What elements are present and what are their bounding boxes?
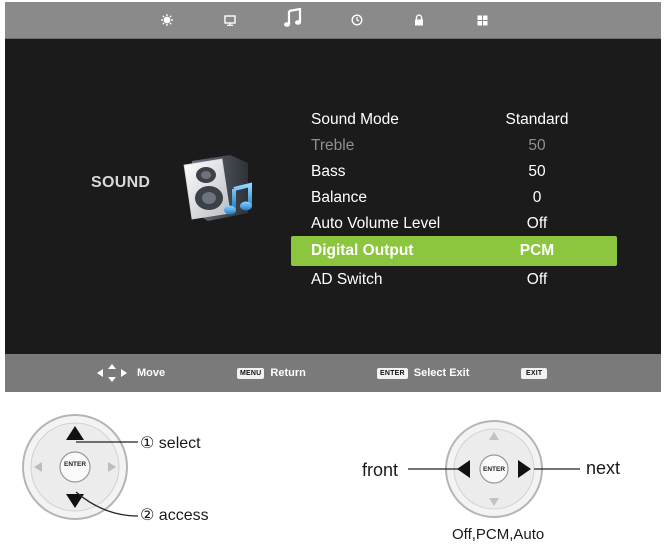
music-note-icon	[284, 8, 302, 27]
front-label: front	[362, 460, 399, 480]
menu-item-label: Digital Output	[311, 242, 414, 259]
menu-item-auto-volume-level[interactable]: Auto Volume Level Off	[291, 209, 617, 239]
menu-item-label: AD Switch	[311, 271, 383, 288]
menu-tab-bar	[5, 2, 661, 39]
hint-select-exit: ENTER Select Exit	[377, 364, 469, 382]
menu-item-value: Off	[526, 271, 548, 288]
menu-item-ad-switch[interactable]: AD Switch Off	[291, 265, 617, 295]
monitor-icon	[224, 14, 236, 26]
hint-return: MENU Return	[237, 364, 306, 382]
sun-icon	[161, 14, 173, 26]
tab-screen[interactable]	[219, 9, 241, 31]
menu-item-label: Sound Mode	[311, 111, 399, 128]
leader-lines-left	[75, 441, 139, 517]
menu-key: MENU	[237, 367, 265, 379]
clock-icon	[351, 14, 363, 26]
tab-time[interactable]	[346, 9, 368, 31]
tab-lock[interactable]	[408, 9, 430, 31]
hint-move-label: Move	[137, 367, 166, 379]
section-title: SOUND	[91, 174, 151, 191]
menu-item-value: 0	[532, 189, 542, 206]
menu-item-value: Off	[526, 215, 548, 232]
menu-item-value: Standard	[505, 111, 569, 128]
grid-icon	[477, 15, 487, 25]
lock-icon	[415, 14, 423, 26]
key-hint-bar: Move MENU Return ENTER Select Exit EXIT	[5, 354, 661, 392]
tab-sound[interactable]	[282, 7, 304, 29]
hint-move: Move	[95, 364, 165, 382]
speaker-icon	[183, 155, 252, 221]
menu-item-value: 50	[528, 137, 546, 154]
enter-key: ENTER	[377, 367, 408, 379]
leader-lines-right	[408, 468, 580, 470]
menu-item-label: Auto Volume Level	[311, 215, 441, 232]
menu-item-label: Treble	[311, 137, 355, 154]
dpad-arrows-icon	[97, 364, 127, 382]
menu-item-value: PCM	[519, 242, 555, 259]
menu-item-label: Bass	[311, 163, 346, 180]
next-label: next	[586, 458, 621, 478]
menu-item-digital-output[interactable]: Digital Output PCM	[291, 236, 617, 266]
access-label: ② access	[140, 507, 209, 524]
hint-exit: EXIT	[521, 364, 553, 382]
tv-osd-window: SOUND Sound Mode Standard Treble 50 Bass…	[5, 2, 661, 392]
tab-picture[interactable]	[156, 9, 178, 31]
menu-item-value: 50	[528, 163, 546, 180]
output-options-label: Off,PCM,Auto	[452, 526, 545, 543]
hint-return-label: Return	[270, 367, 306, 379]
exit-key: EXIT	[521, 367, 548, 379]
sound-menu-panel: SOUND Sound Mode Standard Treble 50 Bass…	[5, 39, 661, 354]
menu-item-label: Balance	[311, 189, 368, 206]
select-label: ① select	[140, 435, 201, 452]
tab-setup[interactable]	[471, 9, 493, 31]
hint-select-exit-label: Select Exit	[413, 367, 470, 379]
